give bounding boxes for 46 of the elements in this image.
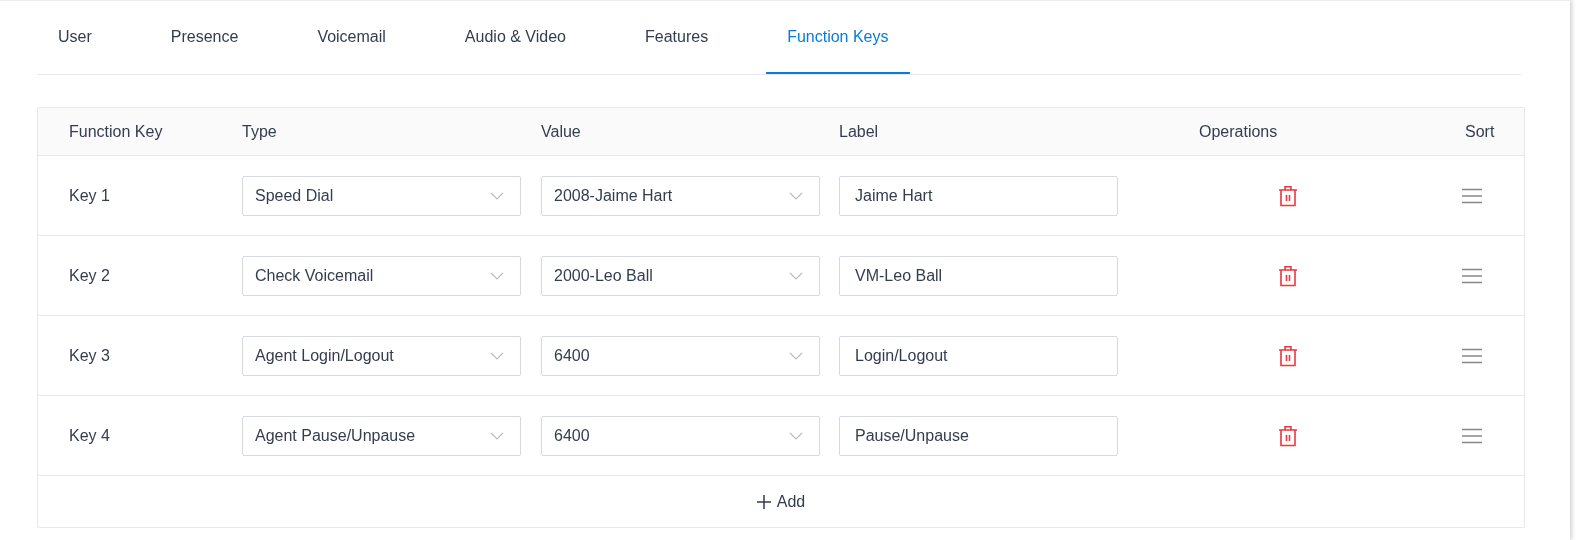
column-header: Operations xyxy=(1198,122,1279,141)
column-header: Sort xyxy=(1464,122,1496,141)
tab[interactable]: Presence xyxy=(149,1,260,74)
label-field[interactable]: Login/Logout xyxy=(839,335,1118,376)
column-header: Function Key xyxy=(68,122,164,141)
dropdown[interactable]: 2000-Leo Ball xyxy=(541,255,820,296)
trash-icon[interactable] xyxy=(1278,344,1298,367)
chevron-down-icon xyxy=(490,191,504,200)
chevron-down-icon xyxy=(789,191,803,200)
dropdown[interactable]: 6400 xyxy=(541,335,820,376)
drag-handle-icon[interactable] xyxy=(1462,347,1482,364)
chevron-down-icon xyxy=(789,351,803,360)
key-name: Key 3 xyxy=(68,346,111,365)
add-button[interactable]: Add xyxy=(756,492,806,511)
drag-handle-icon[interactable] xyxy=(1462,427,1482,444)
chevron-down-icon xyxy=(789,431,803,440)
drag-handle-icon[interactable] xyxy=(1462,267,1482,284)
key-name: Key 1 xyxy=(68,186,111,205)
plus-icon xyxy=(756,494,771,509)
chevron-down-icon xyxy=(789,271,803,280)
key-name: Key 4 xyxy=(68,426,111,445)
tab[interactable]: Voicemail xyxy=(296,1,407,74)
dropdown[interactable]: Speed Dial xyxy=(242,175,521,216)
dropdown[interactable]: Check Voicemail xyxy=(242,255,521,296)
key-name: Key 2 xyxy=(68,266,111,285)
tab[interactable]: User xyxy=(37,1,113,74)
trash-icon[interactable] xyxy=(1278,424,1298,447)
label-field[interactable]: VM-Leo Ball xyxy=(839,255,1118,296)
tab[interactable]: Features xyxy=(624,1,730,74)
column-header: Value xyxy=(541,122,582,141)
dropdown[interactable]: 6400 xyxy=(541,415,820,456)
tab[interactable]: Audio & Video xyxy=(443,1,587,74)
label-field[interactable]: Pause/Unpause xyxy=(839,415,1118,456)
column-header: Label xyxy=(839,122,880,141)
trash-icon[interactable] xyxy=(1278,264,1298,287)
chevron-down-icon xyxy=(490,351,504,360)
trash-icon[interactable] xyxy=(1278,184,1298,207)
dropdown[interactable]: Agent Login/Logout xyxy=(242,335,521,376)
chevron-down-icon xyxy=(490,431,504,440)
chevron-down-icon xyxy=(490,271,504,280)
column-header: Type xyxy=(242,122,278,141)
label-field[interactable]: Jaime Hart xyxy=(839,175,1118,216)
drag-handle-icon[interactable] xyxy=(1462,187,1482,204)
tab[interactable]: Function Keys xyxy=(766,1,910,74)
dropdown[interactable]: 2008-Jaime Hart xyxy=(541,175,820,216)
dropdown[interactable]: Agent Pause/Unpause xyxy=(242,415,521,456)
